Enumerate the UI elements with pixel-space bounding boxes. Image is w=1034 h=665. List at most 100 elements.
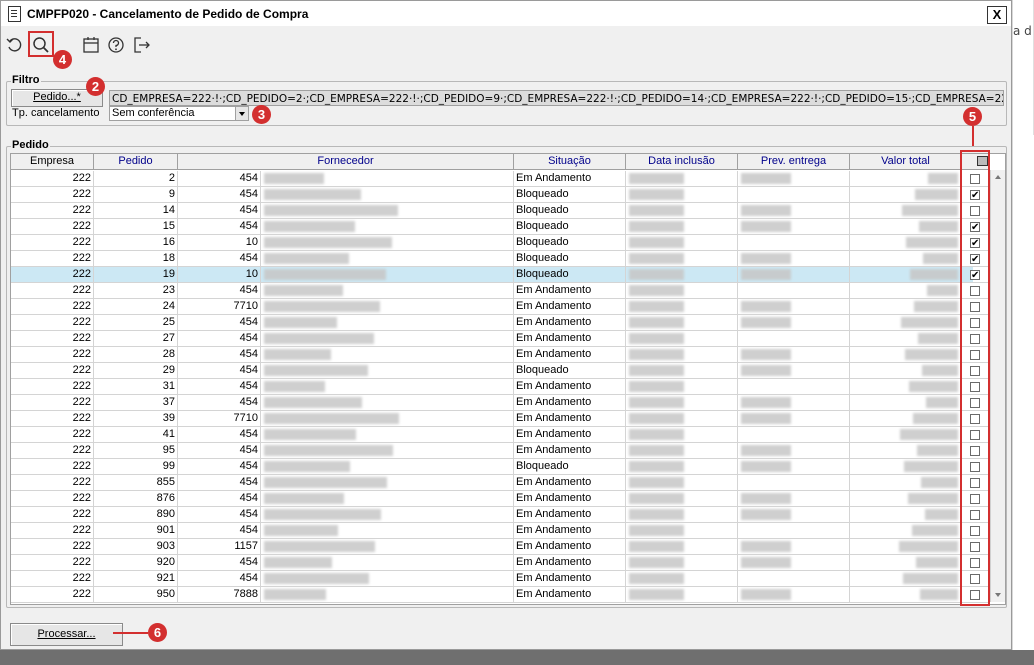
cell-fornecedor-code: 454 — [178, 379, 261, 395]
cell-fornecedor-code: 454 — [178, 571, 261, 587]
table-row[interactable]: 222 855 454 Em Andamento — [11, 475, 990, 491]
col-header-empresa[interactable]: Empresa — [11, 154, 94, 170]
close-button[interactable]: X — [987, 6, 1007, 24]
redacted-text — [629, 301, 684, 312]
cell-fornecedor-code: 454 — [178, 555, 261, 571]
col-header-pedido[interactable]: Pedido — [94, 154, 178, 170]
cell-fornecedor-code: 454 — [178, 427, 261, 443]
table-row[interactable]: 222 23 454 Em Andamento — [11, 283, 990, 299]
cell-data-inclusao — [626, 235, 738, 251]
cell-data-inclusao — [626, 491, 738, 507]
cell-data-inclusao — [626, 267, 738, 283]
table-row[interactable]: 222 876 454 Em Andamento — [11, 491, 990, 507]
col-header-prev-entrega[interactable]: Prev. entrega — [738, 154, 850, 170]
table-row[interactable]: 222 901 454 Em Andamento — [11, 523, 990, 539]
cell-empresa: 222 — [11, 539, 94, 555]
redacted-text — [909, 381, 958, 392]
redacted-text — [264, 285, 343, 296]
cell-pedido: 950 — [94, 587, 178, 603]
col-header-data-inclusao[interactable]: Data inclusão — [626, 154, 738, 170]
table-row[interactable]: 222 27 454 Em Andamento — [11, 331, 990, 347]
col-header-valor-total[interactable]: Valor total — [850, 154, 962, 170]
table-row[interactable]: 222 890 454 Em Andamento — [11, 507, 990, 523]
cell-pedido: 890 — [94, 507, 178, 523]
cell-situacao: Em Andamento — [514, 171, 626, 187]
help-icon[interactable] — [106, 35, 126, 55]
cell-fornecedor-code: 10 — [178, 235, 261, 251]
table-row[interactable]: 222 39 7710 Em Andamento — [11, 411, 990, 427]
process-button[interactable]: Processar... — [10, 623, 123, 646]
table-row[interactable]: 222 95 454 Em Andamento — [11, 443, 990, 459]
pedido-table: Empresa Pedido Fornecedor Situação Data … — [10, 153, 1006, 605]
redacted-text — [264, 173, 324, 184]
table-row[interactable]: 222 24 7710 Em Andamento — [11, 299, 990, 315]
table-row[interactable]: 222 37 454 Em Andamento — [11, 395, 990, 411]
cell-empresa: 222 — [11, 411, 94, 427]
table-row[interactable]: 222 903 1157 Em Andamento — [11, 539, 990, 555]
cell-data-inclusao — [626, 283, 738, 299]
table-row[interactable]: 222 28 454 Em Andamento — [11, 347, 990, 363]
redacted-text — [902, 205, 958, 216]
scroll-down-icon[interactable] — [991, 588, 1005, 602]
exit-icon[interactable] — [132, 35, 152, 55]
table-row[interactable]: 222 31 454 Em Andamento — [11, 379, 990, 395]
cell-situacao: Bloqueado — [514, 235, 626, 251]
table-row[interactable]: 222 41 454 Em Andamento — [11, 427, 990, 443]
table-row[interactable]: 222 9 454 Bloqueado — [11, 187, 990, 203]
table-row[interactable]: 222 920 454 Em Andamento — [11, 555, 990, 571]
redacted-text — [906, 237, 958, 248]
cell-valor-total — [850, 235, 962, 251]
col-header-situacao[interactable]: Situação — [514, 154, 626, 170]
cell-empresa: 222 — [11, 507, 94, 523]
cell-prev-entrega — [738, 539, 850, 555]
cell-empresa: 222 — [11, 219, 94, 235]
redacted-text — [264, 301, 380, 312]
cell-situacao: Em Andamento — [514, 411, 626, 427]
cell-prev-entrega — [738, 267, 850, 283]
tp-cancelamento-select[interactable]: Sem conferência — [109, 106, 249, 121]
cell-empresa: 222 — [11, 235, 94, 251]
table-row[interactable]: 222 99 454 Bloqueado — [11, 459, 990, 475]
table-row[interactable]: 222 2 454 Em Andamento — [11, 171, 990, 187]
marker-2: 2 — [86, 77, 105, 96]
redacted-text — [629, 221, 684, 232]
chevron-down-icon[interactable] — [235, 107, 248, 120]
cell-prev-entrega — [738, 235, 850, 251]
calendar-icon[interactable] — [81, 35, 101, 55]
table-row[interactable]: 222 921 454 Em Andamento — [11, 571, 990, 587]
table-row[interactable]: 222 18 454 Bloqueado — [11, 251, 990, 267]
col-header-fornecedor[interactable]: Fornecedor — [178, 154, 514, 170]
cell-fornecedor-code: 454 — [178, 171, 261, 187]
table-row[interactable]: 222 15 454 Bloqueado — [11, 219, 990, 235]
redacted-text — [629, 349, 684, 360]
undo-icon[interactable] — [5, 35, 25, 55]
cell-prev-entrega — [738, 555, 850, 571]
pedido-filter-value[interactable]: CD_EMPRESA=222·!·;CD_PEDIDO=2·;CD_EMPRES… — [109, 90, 1004, 106]
redacted-text — [629, 173, 684, 184]
cell-valor-total — [850, 267, 962, 283]
cell-situacao: Bloqueado — [514, 219, 626, 235]
scroll-up-icon[interactable] — [991, 170, 1005, 184]
document-icon — [8, 6, 21, 22]
cell-fornecedor-code: 454 — [178, 219, 261, 235]
table-row[interactable]: 222 950 7888 Em Andamento — [11, 587, 990, 603]
redacted-text — [928, 173, 958, 184]
cell-pedido: 921 — [94, 571, 178, 587]
cell-fornecedor-name — [261, 523, 514, 539]
cell-pedido: 41 — [94, 427, 178, 443]
table-row[interactable]: 222 14 454 Bloqueado — [11, 203, 990, 219]
cell-empresa: 222 — [11, 283, 94, 299]
cell-prev-entrega — [738, 331, 850, 347]
table-row[interactable]: 222 29 454 Bloqueado — [11, 363, 990, 379]
cell-fornecedor-code: 454 — [178, 491, 261, 507]
vertical-scrollbar[interactable] — [990, 170, 1005, 602]
cell-empresa: 222 — [11, 459, 94, 475]
cell-pedido: 95 — [94, 443, 178, 459]
table-row[interactable]: 222 25 454 Em Andamento — [11, 315, 990, 331]
table-row[interactable]: 222 19 10 Bloqueado — [11, 267, 990, 283]
table-row[interactable]: 222 16 10 Bloqueado — [11, 235, 990, 251]
cell-valor-total — [850, 299, 962, 315]
cell-empresa: 222 — [11, 251, 94, 267]
cell-empresa: 222 — [11, 555, 94, 571]
cell-data-inclusao — [626, 203, 738, 219]
